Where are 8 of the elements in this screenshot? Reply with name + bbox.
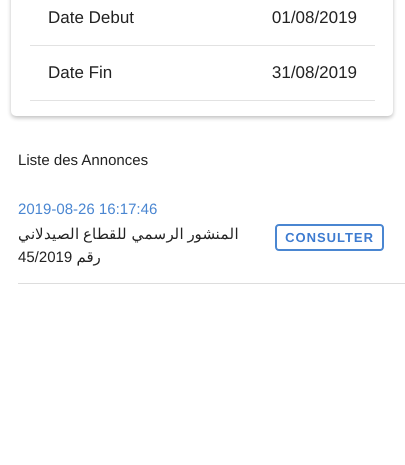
- field-label: Date Fin: [48, 63, 112, 83]
- section-title: Liste des Annonces: [18, 152, 150, 169]
- field-value: 01/08/2019: [272, 8, 357, 28]
- announcement-title: المنشور الرسمي للقطاع الصيدلاني رقم 45/2019: [18, 225, 240, 268]
- field-label: Date Debut: [48, 8, 134, 28]
- consult-button[interactable]: CONSULTER: [275, 224, 384, 250]
- announcement-date: 2019-08-26 16:17:46: [18, 201, 158, 218]
- field-value: 31/08/2019: [272, 63, 357, 83]
